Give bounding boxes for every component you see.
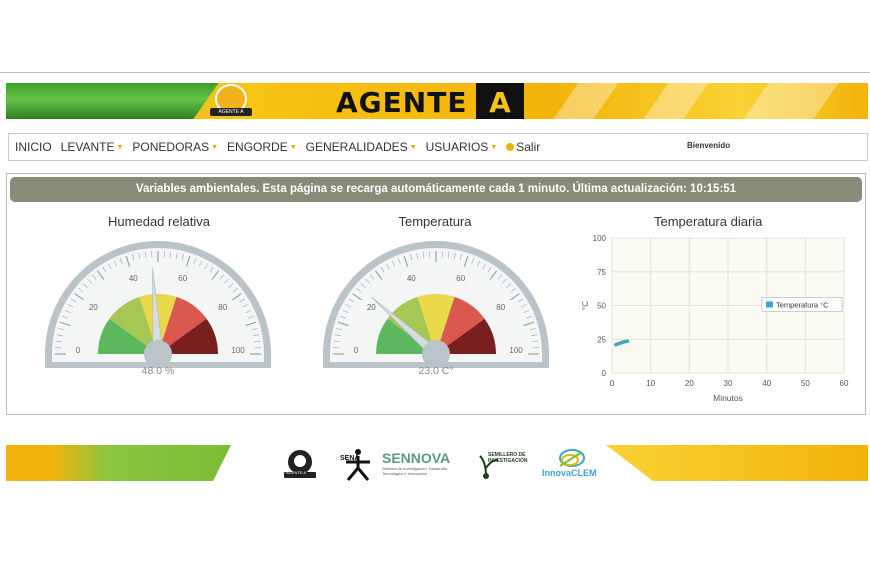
semillero-label: SEMILLERO DE INVESTIGACIÓN bbox=[488, 452, 528, 464]
caret-down-icon: ▼ bbox=[490, 144, 498, 151]
gauge-tick-label: 60 bbox=[456, 274, 465, 283]
nav-generalidades[interactable]: GENERALIDADES ▼ bbox=[306, 140, 417, 154]
footer-right-band bbox=[606, 445, 868, 481]
daily-temperature-chart: 0 10 20 30 40 50 60 0 25 50 75 100 Minutos °C Temperat… bbox=[581, 234, 849, 403]
panel-heading: Variables ambientales. Esta página se re… bbox=[10, 177, 862, 202]
banner-yellow-band bbox=[236, 83, 868, 119]
y-tick-label: 75 bbox=[597, 268, 606, 277]
header-banner: AGENTE A AGENTE A bbox=[6, 83, 868, 119]
y-axis-label: °C bbox=[581, 301, 590, 310]
gauge-readout: 48.0 % bbox=[142, 365, 175, 377]
caret-down-icon: ▼ bbox=[116, 144, 124, 151]
x-tick-label: 30 bbox=[724, 379, 733, 388]
nav-usuarios[interactable]: USUARIOS ▼ bbox=[426, 140, 498, 154]
series-point bbox=[614, 343, 618, 347]
x-tick-label: 50 bbox=[801, 379, 810, 388]
x-tick-label: 0 bbox=[610, 379, 615, 388]
innovaclem-logo bbox=[559, 449, 585, 467]
gauge-title-humidity: Humedad relativa bbox=[108, 214, 210, 229]
sena-logo bbox=[346, 449, 370, 481]
innovaclem-label: InnovaCLEM bbox=[542, 468, 597, 478]
gauge-title-temperature: Temperatura bbox=[398, 214, 472, 229]
gauge-tick-label: 20 bbox=[89, 303, 98, 312]
humidity-gauge: 0 20 40 60 80 100 48.0 % bbox=[45, 241, 271, 377]
legend-swatch bbox=[766, 301, 773, 308]
brand-letter-box: A bbox=[476, 83, 524, 119]
series-point bbox=[625, 339, 630, 343]
series-point bbox=[618, 341, 622, 345]
gauge-hub bbox=[144, 340, 172, 368]
nav-inicio[interactable]: INICIO bbox=[15, 140, 52, 154]
gauge-readout: 23.0 C° bbox=[418, 365, 453, 377]
agente-a-logo: AGENTE A bbox=[206, 83, 256, 119]
x-tick-label: 60 bbox=[840, 379, 849, 388]
y-tick-label: 50 bbox=[597, 302, 606, 311]
gauge-tick-label: 40 bbox=[407, 274, 416, 283]
gauge-tick-label: 0 bbox=[76, 346, 81, 355]
x-tick-label: 40 bbox=[762, 379, 771, 388]
sennova-label: SENNOVA bbox=[382, 450, 451, 466]
gauge-tick-label: 60 bbox=[178, 274, 187, 283]
series-point bbox=[622, 340, 626, 344]
temperature-gauge: 0 20 40 60 80 100 23.0 C° bbox=[323, 241, 549, 377]
gauge-hub bbox=[422, 340, 450, 368]
agente-a-footer-logo bbox=[284, 450, 316, 478]
gauge-tick-label: 80 bbox=[496, 303, 505, 312]
caret-down-icon: ▼ bbox=[289, 144, 297, 151]
nav-engorde[interactable]: ENGORDE ▼ bbox=[227, 140, 297, 154]
welcome-text: Bienvenido bbox=[687, 141, 731, 150]
legend-label: Temperatura °C bbox=[776, 301, 829, 310]
x-tick-label: 10 bbox=[646, 379, 655, 388]
y-tick-label: 0 bbox=[602, 369, 607, 378]
gauge-tick-label: 0 bbox=[354, 346, 359, 355]
main-nav: INICIO LEVANTE ▼ PONEDORAS ▼ ENGORDE ▼ GENE… bbox=[8, 133, 868, 161]
gauge-tick-label: 20 bbox=[367, 303, 376, 312]
footer-agente-label: AGENTE A bbox=[286, 470, 307, 475]
sennova-subtitle: Sistema de Investigación, Desarrollo Tec… bbox=[382, 466, 447, 476]
chart-title: Temperatura diaria bbox=[654, 214, 763, 229]
banner-foliage bbox=[6, 83, 236, 119]
nav-salir[interactable]: Salir bbox=[506, 140, 540, 154]
nav-levante[interactable]: LEVANTE ▼ bbox=[61, 140, 124, 154]
gauge-tick-label: 40 bbox=[129, 274, 138, 283]
sena-label: SENA bbox=[340, 455, 360, 462]
gauge-tick-label: 100 bbox=[231, 346, 245, 355]
footer-left-band bbox=[6, 445, 231, 481]
brand-title: AGENTE bbox=[336, 86, 468, 119]
nav-ponedoras[interactable]: PONEDORAS ▼ bbox=[132, 140, 218, 154]
gauge-tick-label: 100 bbox=[509, 346, 523, 355]
x-tick-label: 20 bbox=[685, 379, 694, 388]
caret-down-icon: ▼ bbox=[211, 144, 219, 151]
logout-icon bbox=[506, 143, 515, 151]
y-tick-label: 25 bbox=[597, 335, 606, 344]
x-axis-label: Minutos bbox=[713, 393, 743, 403]
caret-down-icon: ▼ bbox=[409, 144, 417, 151]
gauge-tick-label: 80 bbox=[218, 303, 227, 312]
y-tick-label: 100 bbox=[593, 234, 607, 243]
